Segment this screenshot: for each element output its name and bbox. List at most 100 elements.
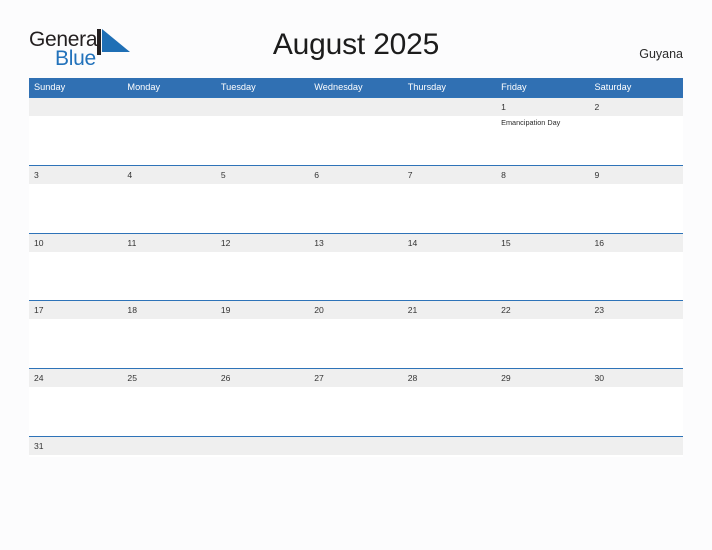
day-cell[interactable] [496,319,589,367]
day-number[interactable]: 22 [496,301,589,319]
day-cell[interactable] [309,319,402,367]
day-number[interactable] [403,437,496,455]
day-cell[interactable] [309,116,402,164]
day-cell[interactable] [403,252,496,300]
day-number[interactable]: 19 [216,301,309,319]
week-row: 3 4 5 6 7 8 9 [29,164,683,233]
day-cell[interactable] [309,252,402,300]
day-cell[interactable] [216,387,309,435]
week-date-band: 31 [29,436,683,455]
day-cell[interactable] [403,184,496,232]
weekday-header-tuesday: Tuesday [220,82,256,92]
day-number[interactable]: 18 [122,301,215,319]
week-row: 24 25 26 27 28 29 30 [29,368,683,436]
week-date-band: 24 25 26 27 28 29 30 [29,369,683,388]
day-number[interactable] [29,98,122,116]
day-number[interactable]: 10 [29,234,122,252]
day-number[interactable]: 3 [29,166,122,184]
day-number[interactable]: 12 [216,234,309,252]
weekday-header-saturday: Saturday [594,82,632,92]
day-number[interactable] [309,437,402,455]
weekday-header-sunday: Sunday [34,82,66,92]
day-number[interactable]: 7 [403,166,496,184]
day-number[interactable] [122,98,215,116]
day-cell[interactable] [29,184,122,232]
day-cell[interactable] [216,116,309,164]
day-cell[interactable] [122,116,215,164]
day-cell[interactable] [309,184,402,232]
day-cell[interactable] [590,116,683,164]
day-number[interactable] [309,98,402,116]
day-cell[interactable] [122,184,215,232]
day-cell[interactable] [29,387,122,435]
week-event-band [29,184,683,232]
day-number[interactable]: 4 [122,166,215,184]
day-number[interactable]: 30 [590,369,683,387]
day-number[interactable]: 13 [309,234,402,252]
day-number[interactable]: 8 [496,166,589,184]
day-number[interactable]: 11 [122,234,215,252]
day-number[interactable]: 24 [29,369,122,387]
day-number[interactable]: 9 [590,166,683,184]
week-event-band [29,252,683,300]
week-date-band: 10 11 12 13 14 15 16 [29,233,683,252]
day-number[interactable]: 15 [496,234,589,252]
week-event-band [29,387,683,435]
day-number[interactable]: 5 [216,166,309,184]
weekday-header-row: Sunday Monday Tuesday Wednesday Thursday… [29,78,683,97]
day-number[interactable]: 27 [309,369,402,387]
day-cell[interactable] [309,387,402,435]
day-number[interactable]: 23 [590,301,683,319]
day-cell[interactable] [590,184,683,232]
day-cell[interactable] [403,387,496,435]
day-number[interactable]: 28 [403,369,496,387]
day-cell[interactable] [122,319,215,367]
day-number[interactable]: 2 [590,98,683,116]
day-number[interactable] [216,98,309,116]
day-number[interactable]: 21 [403,301,496,319]
day-cell[interactable] [29,116,122,164]
day-number[interactable]: 14 [403,234,496,252]
day-number[interactable] [403,98,496,116]
day-cell[interactable] [29,319,122,367]
week-row: 17 18 19 20 21 22 23 [29,300,683,369]
day-cell[interactable] [403,319,496,367]
country-label: Guyana [639,47,683,61]
day-number[interactable]: 25 [122,369,215,387]
week-date-band: 17 18 19 20 21 22 23 [29,301,683,320]
day-cell[interactable] [590,387,683,435]
day-cell[interactable] [216,184,309,232]
week-row: 10 11 12 13 14 15 16 [29,232,683,301]
day-cell[interactable] [496,184,589,232]
day-cell[interactable] [496,252,589,300]
day-number[interactable]: 16 [590,234,683,252]
day-cell[interactable] [216,252,309,300]
day-cell[interactable] [403,116,496,164]
week-row: 31 [29,435,683,457]
day-cell[interactable] [122,387,215,435]
day-number[interactable] [496,437,589,455]
day-cell[interactable]: Emancipation Day [496,116,589,164]
day-cell[interactable] [590,319,683,367]
day-number[interactable]: 26 [216,369,309,387]
event-label: Emancipation Day [501,118,561,127]
day-cell[interactable] [216,319,309,367]
weekday-header-friday: Friday [501,82,527,92]
day-number[interactable] [122,437,215,455]
day-number[interactable]: 31 [29,437,122,455]
day-number[interactable]: 20 [309,301,402,319]
day-number[interactable] [590,437,683,455]
day-cell[interactable] [590,252,683,300]
day-number[interactable]: 17 [29,301,122,319]
day-number[interactable]: 6 [309,166,402,184]
day-cell[interactable] [29,252,122,300]
week-date-band: 1 2 [29,98,683,116]
day-number[interactable]: 1 [496,98,589,116]
week-date-band: 3 4 5 6 7 8 9 [29,165,683,184]
day-cell[interactable] [122,252,215,300]
day-number[interactable]: 29 [496,369,589,387]
day-number[interactable] [216,437,309,455]
page-header: General Blue August 2025 Guyana [0,0,712,78]
day-cell[interactable] [496,387,589,435]
week-event-band: Emancipation Day [29,116,683,164]
